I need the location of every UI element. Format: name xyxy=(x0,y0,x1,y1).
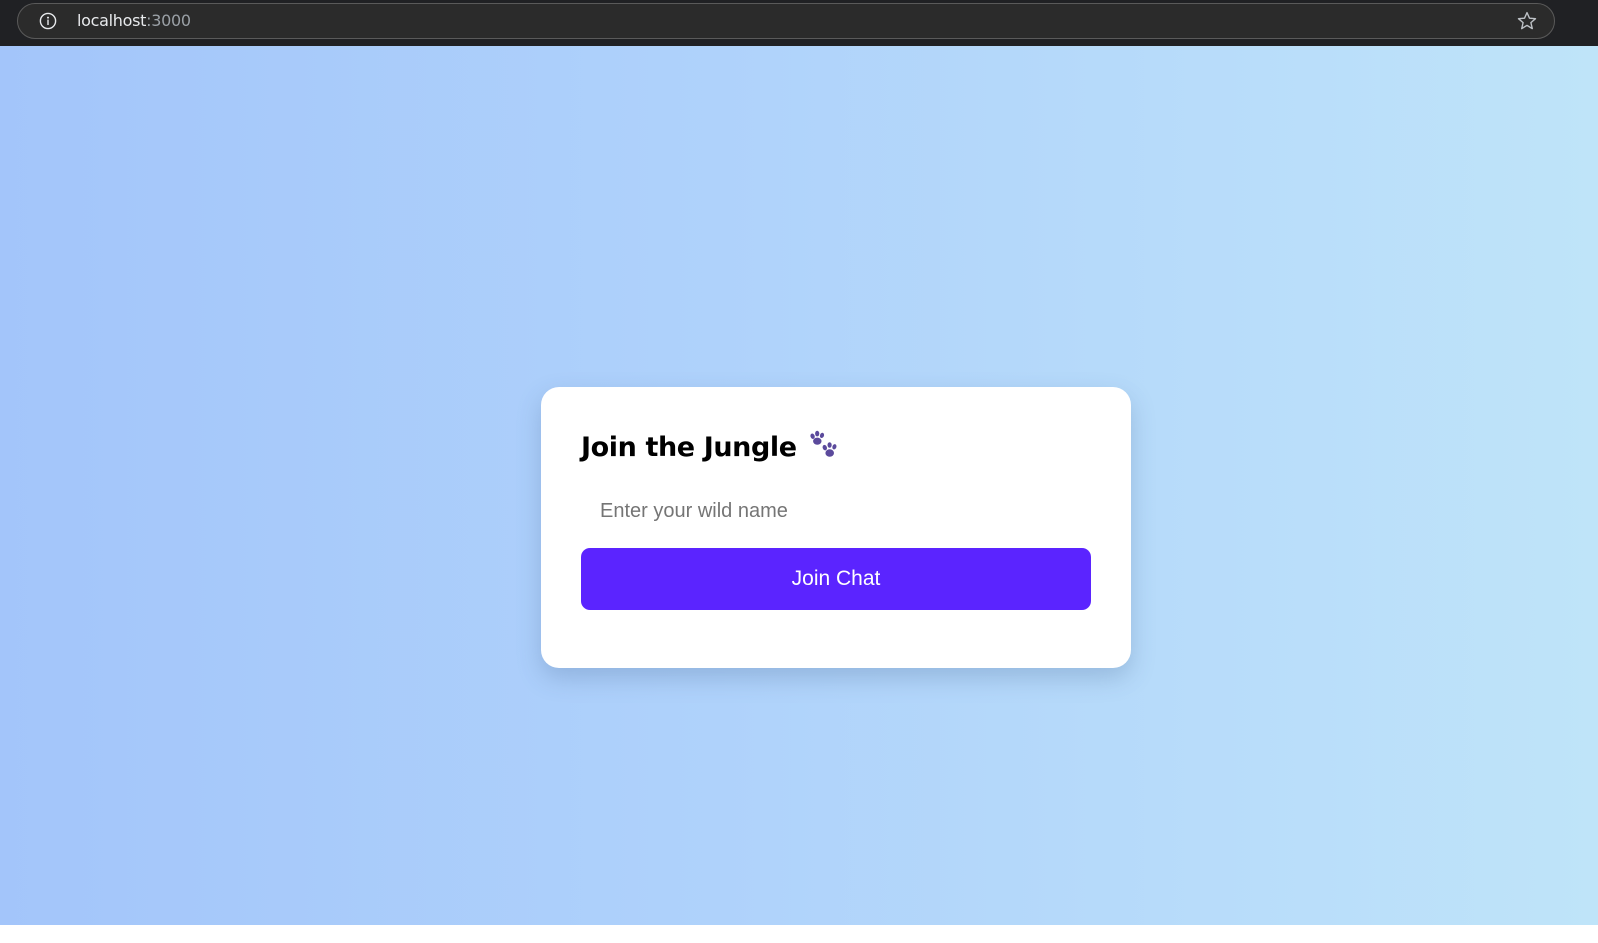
page-background: Join the Jungle Join Chat xyxy=(0,46,1598,943)
bookmark-star-icon[interactable] xyxy=(1517,11,1537,31)
join-chat-button[interactable]: Join Chat xyxy=(581,548,1091,610)
info-icon[interactable] xyxy=(39,12,57,30)
url-port: :3000 xyxy=(146,11,191,30)
address-bar[interactable]: localhost:3000 xyxy=(17,3,1555,39)
browser-toolbar: localhost:3000 xyxy=(0,0,1598,46)
paw-prints-icon xyxy=(810,430,837,457)
join-card: Join the Jungle Join Chat xyxy=(541,387,1131,668)
url-host: localhost xyxy=(77,11,147,30)
address-url[interactable]: localhost:3000 xyxy=(77,11,191,31)
card-heading: Join the Jungle xyxy=(581,427,1091,467)
wild-name-input[interactable] xyxy=(581,489,1091,533)
page-bottom-edge xyxy=(0,925,1598,943)
card-title: Join the Jungle xyxy=(581,431,797,463)
